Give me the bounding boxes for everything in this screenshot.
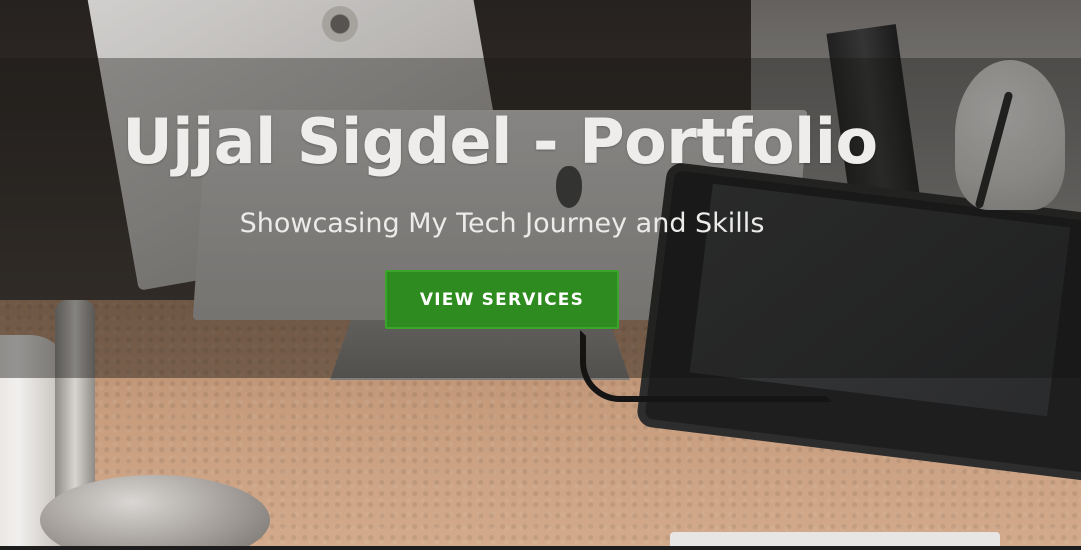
hero-subtitle: Showcasing My Tech Journey and Skills (239, 208, 765, 239)
hero-title: Ujjal Sigdel - Portfolio (122, 105, 878, 178)
view-services-button[interactable]: VIEW SERVICES (385, 270, 619, 329)
hero-section: Ujjal Sigdel - Portfolio Showcasing My T… (0, 0, 1081, 550)
top-shade (0, 0, 1081, 58)
bottom-edge (0, 546, 1081, 550)
